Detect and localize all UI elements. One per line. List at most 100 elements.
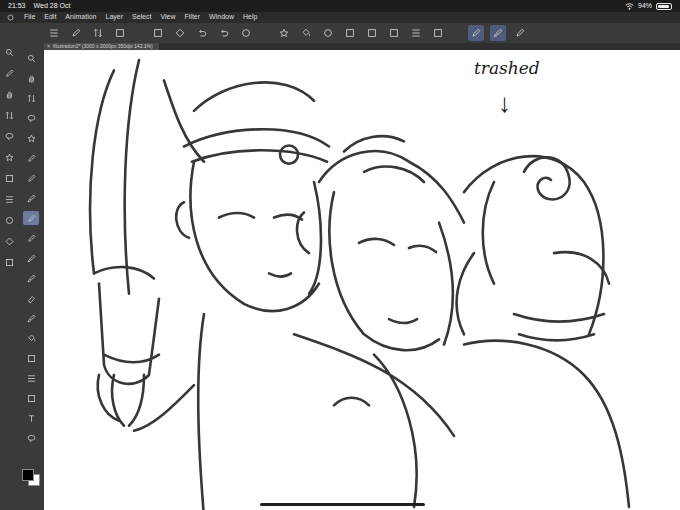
panel-button[interactable] — [1, 87, 17, 101]
menu-item[interactable]: Help — [243, 12, 257, 23]
command-button[interactable] — [150, 25, 166, 41]
command-button[interactable] — [276, 25, 292, 41]
panel-button[interactable] — [1, 45, 17, 59]
magnifier-icon — [4, 47, 15, 58]
brush-icon — [26, 273, 37, 284]
tool-button[interactable] — [23, 351, 39, 365]
square-icon — [4, 257, 15, 268]
menu-item[interactable]: Filter — [185, 12, 201, 23]
command-button[interactable] — [112, 25, 128, 41]
panel-button[interactable] — [1, 234, 17, 248]
clock: 21:53 — [8, 1, 26, 12]
menu-item[interactable]: Edit — [44, 12, 56, 23]
pen-icon — [26, 153, 37, 164]
sketch-artwork — [44, 50, 680, 510]
command-button[interactable] — [320, 25, 336, 41]
lines-icon — [410, 27, 422, 39]
pen-icon — [70, 27, 82, 39]
color-swatches[interactable] — [20, 468, 42, 488]
tool-button[interactable] — [23, 271, 39, 285]
menu-item[interactable]: Layer — [105, 12, 123, 23]
panel-button[interactable] — [1, 192, 17, 206]
star-icon — [4, 152, 15, 163]
tool-button[interactable] — [23, 171, 39, 185]
tool-button[interactable] — [23, 411, 39, 425]
pen-icon — [470, 27, 482, 39]
command-button[interactable] — [298, 25, 314, 41]
panel-button[interactable] — [1, 66, 17, 80]
panel-button[interactable] — [1, 150, 17, 164]
tool-button[interactable] — [23, 191, 39, 205]
lines-icon — [26, 373, 37, 384]
brush-icon — [492, 27, 504, 39]
circle-icon — [240, 27, 252, 39]
undo-icon — [196, 27, 208, 39]
panel-button[interactable] — [1, 108, 17, 122]
tool-button[interactable] — [23, 371, 39, 385]
command-button[interactable] — [490, 25, 506, 41]
arrows-icon — [4, 110, 15, 121]
annotation-arrow: ↓ — [498, 90, 511, 116]
menu-item[interactable]: Animation — [65, 12, 96, 23]
square-icon — [432, 27, 444, 39]
main-color[interactable] — [22, 469, 34, 481]
panel-button[interactable] — [1, 213, 17, 227]
menu-item[interactable]: Window — [209, 12, 234, 23]
home-indicator[interactable] — [260, 503, 425, 506]
command-button[interactable] — [216, 25, 232, 41]
panel-button[interactable] — [1, 171, 17, 185]
tool-button[interactable] — [23, 71, 39, 85]
tool-button[interactable] — [23, 91, 39, 105]
command-button[interactable] — [512, 25, 528, 41]
command-button[interactable] — [364, 25, 380, 41]
hand-icon — [26, 73, 37, 84]
battery-icon — [656, 3, 672, 10]
bucket-icon — [26, 333, 37, 344]
command-button[interactable] — [46, 25, 62, 41]
tool-button[interactable] — [23, 331, 39, 345]
tab-close[interactable]: × — [47, 43, 50, 50]
diamond-icon — [174, 27, 186, 39]
brush-icon — [26, 193, 37, 204]
tool-button[interactable] — [23, 151, 39, 165]
panel-button[interactable] — [1, 255, 17, 269]
tool-button[interactable] — [23, 131, 39, 145]
drawing-canvas[interactable]: trashed↓ — [44, 50, 680, 510]
command-button[interactable] — [468, 25, 484, 41]
command-button[interactable] — [194, 25, 210, 41]
pen-icon — [26, 213, 37, 224]
square-icon — [152, 27, 164, 39]
square-icon — [26, 393, 37, 404]
document-tab[interactable]: ×Illustration2* (3000 x 2000px 350dpi 14… — [44, 43, 159, 50]
tool-button[interactable] — [23, 431, 39, 445]
tool-button[interactable] — [23, 291, 39, 305]
panel-button[interactable] — [1, 129, 17, 143]
text-icon — [26, 413, 37, 424]
menu-item[interactable]: View — [160, 12, 175, 23]
bucket-icon — [300, 27, 312, 39]
arrows-icon — [26, 93, 37, 104]
command-button[interactable] — [342, 25, 358, 41]
tool-button[interactable] — [23, 51, 39, 65]
tab-strip: ×Illustration2* (3000 x 2000px 350dpi 14… — [44, 43, 680, 50]
tool-button[interactable] — [23, 311, 39, 325]
menu-item[interactable]: File — [24, 12, 35, 23]
lasso-icon — [4, 131, 15, 142]
command-button[interactable] — [172, 25, 188, 41]
brush-icon — [26, 253, 37, 264]
tool-button[interactable] — [23, 231, 39, 245]
command-button[interactable] — [90, 25, 106, 41]
tool-button[interactable] — [23, 111, 39, 125]
tool-button[interactable] — [23, 211, 39, 225]
command-button[interactable] — [386, 25, 402, 41]
tool-button[interactable] — [23, 391, 39, 405]
command-button[interactable] — [408, 25, 424, 41]
command-button[interactable] — [238, 25, 254, 41]
menu-item[interactable]: Select — [132, 12, 151, 23]
tool-button[interactable] — [23, 251, 39, 265]
square-icon — [366, 27, 378, 39]
undo-icon — [218, 27, 230, 39]
pen-icon — [4, 68, 15, 79]
command-button[interactable] — [430, 25, 446, 41]
command-button[interactable] — [68, 25, 84, 41]
